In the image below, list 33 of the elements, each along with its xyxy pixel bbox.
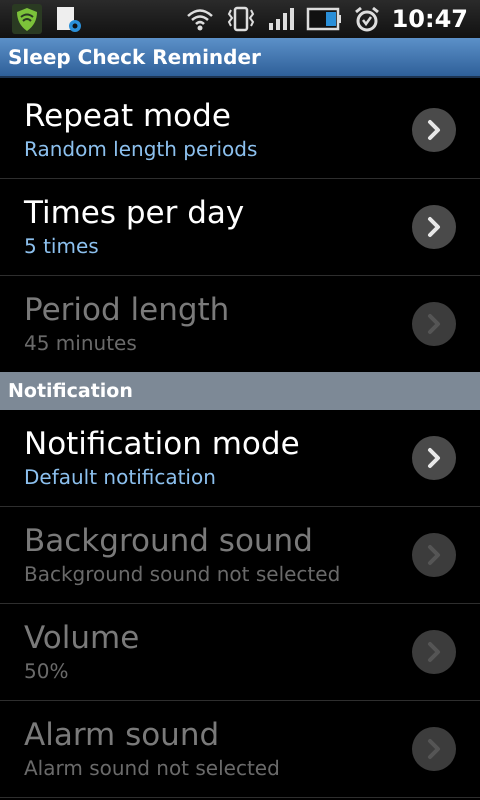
- shield-icon[interactable]: [12, 4, 42, 34]
- battery-icon: [306, 7, 342, 31]
- chevron-icon: [412, 302, 456, 346]
- chevron-icon: [412, 205, 456, 249]
- preference-title: Alarm sound: [24, 716, 220, 754]
- preference-summary: Alarm sound not selected: [24, 755, 281, 782]
- preference-title: Period length: [24, 291, 230, 329]
- chevron-icon: [412, 436, 456, 480]
- window-title: Sleep Check Reminder: [8, 44, 261, 71]
- preference-summary: Default notification: [24, 464, 217, 491]
- chevron-icon: [412, 108, 456, 152]
- signal-icon: [268, 7, 294, 31]
- category-title: Notification: [8, 378, 133, 404]
- preference-summary: 50%: [24, 658, 70, 685]
- status-time: 10:47: [392, 4, 468, 35]
- preference-summary: Random length periods: [24, 136, 258, 163]
- preference-summary: 5 times: [24, 233, 100, 260]
- preference-title: Notification mode: [24, 425, 301, 463]
- chevron-icon: [412, 533, 456, 577]
- preference-title: Times per day: [24, 194, 246, 232]
- preference-title: Repeat mode: [24, 97, 232, 135]
- preference-row[interactable]: Notification mode Default notification: [0, 410, 480, 507]
- preference-summary: Background sound not selected: [24, 561, 342, 588]
- chevron-icon: [412, 727, 456, 771]
- preference-row[interactable]: Times per day 5 times: [0, 179, 480, 276]
- preference-title: Background sound: [24, 522, 314, 560]
- chevron-icon: [412, 630, 456, 674]
- preference-row[interactable]: Repeat mode Random length periods: [0, 82, 480, 179]
- preference-summary: 45 minutes: [24, 330, 138, 357]
- alarm-clock-icon: [354, 6, 380, 32]
- preference-title: Volume: [24, 619, 140, 657]
- vibrate-icon: [226, 6, 256, 32]
- wifi-icon: [186, 7, 214, 31]
